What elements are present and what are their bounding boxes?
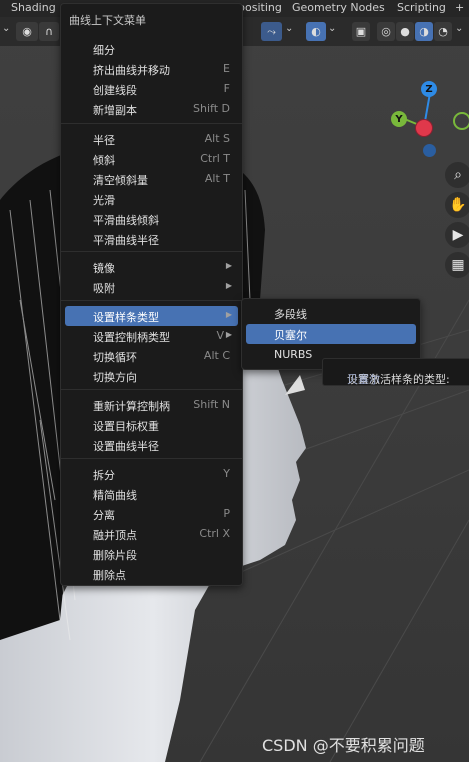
menu-item[interactable]: 平滑曲线半径 <box>65 229 238 249</box>
menu-item-label: 倾斜 <box>93 154 115 167</box>
gizmo-neg-z-axis[interactable] <box>423 144 436 157</box>
menu-item-shortcut: Ctrl T <box>200 152 230 165</box>
menu-item[interactable]: 设置曲线半径 <box>65 435 238 455</box>
gizmo-y-axis[interactable]: Y <box>391 111 407 127</box>
menu-item[interactable]: 创建线段 F <box>65 79 238 99</box>
menu-item-label: 细分 <box>93 44 115 57</box>
menu-item-label: 切换方向 <box>93 371 137 384</box>
menu-separator <box>61 123 242 124</box>
gizmo-neg-x-axis[interactable] <box>415 119 433 137</box>
menu-item[interactable]: 新增副本 Shift D <box>65 99 238 119</box>
menu-separator <box>61 389 242 390</box>
menu-item[interactable]: 光滑 <box>65 189 238 209</box>
pan-button[interactable]: ✋ <box>445 192 469 218</box>
menu-item-label: 删除点 <box>93 569 126 582</box>
menu-item-label: 重新计算控制柄 <box>93 400 170 413</box>
menu-item-label: 光滑 <box>93 194 115 207</box>
spline-type-label: 贝塞尔 <box>274 329 307 342</box>
menu-item[interactable]: 拆分 Y <box>65 464 238 484</box>
zoom-button[interactable]: ⌕ <box>445 162 469 188</box>
menu-item-label: 切换循环 <box>93 351 137 364</box>
camera-view-button[interactable]: ▶ <box>445 222 469 248</box>
menu-item[interactable]: 细分 <box>65 39 238 59</box>
menu-item[interactable]: 切换方向 <box>65 366 238 386</box>
submenu-arrow-icon: ▶ <box>225 330 232 339</box>
menu-item[interactable]: 删除点 <box>65 564 238 584</box>
curve-context-menu: 曲线上下文菜单 细分挤出曲线并移动 E 创建线段 F 新增副本 Shift D 半径 Alt … <box>60 3 243 586</box>
menu-item-label: 设置控制柄类型 <box>93 331 170 344</box>
menu-item[interactable]: 融并顶点 Ctrl X <box>65 524 238 544</box>
menu-item-label: 新增副本 <box>93 104 137 117</box>
menu-item-label: 平滑曲线半径 <box>93 234 159 247</box>
menu-item[interactable]: 倾斜 Ctrl T <box>65 149 238 169</box>
menu-item-label: 平滑曲线倾斜 <box>93 214 159 227</box>
menu-item-shortcut: Ctrl X <box>199 527 230 540</box>
menu-item-label: 镜像 <box>93 262 115 275</box>
menu-item-shortcut: Alt S <box>204 132 230 145</box>
menu-item[interactable]: 精简曲线 <box>65 484 238 504</box>
menu-item-label: 拆分 <box>93 469 115 482</box>
menu-item-shortcut: Alt T <box>204 172 230 185</box>
menu-item-shortcut: Y <box>223 467 230 480</box>
menu-item[interactable]: 平滑曲线倾斜 <box>65 209 238 229</box>
menu-item[interactable]: 重新计算控制柄 Shift N <box>65 395 238 415</box>
menu-item-shortcut: P <box>223 507 230 520</box>
submenu-arrow-icon: ▶ <box>225 261 232 270</box>
menu-separator <box>61 300 242 301</box>
menu-item[interactable]: 清空倾斜量 Alt T <box>65 169 238 189</box>
camera-icon: ▶ <box>452 227 464 243</box>
hand-icon: ✋ <box>449 197 467 213</box>
submenu-arrow-icon: ▶ <box>225 281 232 290</box>
menu-item-label: 半径 <box>93 134 115 147</box>
menu-item[interactable]: 挤出曲线并移动 E <box>65 59 238 79</box>
gizmo-neg-y-axis[interactable] <box>453 112 469 130</box>
tooltip-value: 贝塞尔 <box>347 373 380 386</box>
menu-item-label: 挤出曲线并移动 <box>93 64 170 77</box>
menu-item-label: 设置样条类型 <box>93 311 159 324</box>
spline-type-label: 多段线 <box>274 308 307 321</box>
menu-item[interactable]: 删除片段 <box>65 544 238 564</box>
menu-item[interactable]: 设置控制柄类型 V ▶ <box>65 326 238 346</box>
menu-separator <box>61 251 242 252</box>
spline-type-option[interactable]: 多段线 <box>246 303 416 323</box>
tooltip: 设置激活样条的类型: 贝塞尔 <box>322 358 469 386</box>
menu-item-label: 删除片段 <box>93 549 137 562</box>
menu-item[interactable]: 分离 P <box>65 504 238 524</box>
menu-item[interactable]: 吸附 ▶ <box>65 277 238 297</box>
menu-item-label: 设置目标权重 <box>93 420 159 433</box>
menu-item-shortcut: Shift N <box>193 398 230 411</box>
menu-separator <box>61 458 242 459</box>
gizmo-z-axis[interactable]: Z <box>421 81 437 97</box>
menu-item-label: 创建线段 <box>93 84 137 97</box>
menu-item-shortcut: F <box>223 82 230 95</box>
zoom-icon: ⌕ <box>454 167 462 183</box>
menu-item[interactable]: 设置目标权重 <box>65 415 238 435</box>
menu-item[interactable]: 切换循环 Alt C <box>65 346 238 366</box>
menu-item-shortcut: Alt C <box>203 349 230 362</box>
menu-item-label: 清空倾斜量 <box>93 174 148 187</box>
menu-item-label: 设置曲线半径 <box>93 440 159 453</box>
menu-title: 曲线上下文菜单 <box>69 14 146 27</box>
menu-item-shortcut: V <box>216 329 224 342</box>
submenu-arrow-icon: ▶ <box>225 310 232 319</box>
grid-icon: ▦ <box>451 257 465 273</box>
menu-item-label: 融并顶点 <box>93 529 137 542</box>
menu-item-shortcut: E <box>223 62 230 75</box>
menu-item[interactable]: 设置样条类型 ▶ <box>65 306 238 326</box>
menu-item-shortcut: Shift D <box>193 102 230 115</box>
menu-item[interactable]: 镜像 ▶ <box>65 257 238 277</box>
perspective-toggle-button[interactable]: ▦ <box>445 252 469 278</box>
menu-item-label: 分离 <box>93 509 115 522</box>
menu-item-label: 吸附 <box>93 282 115 295</box>
menu-item[interactable]: 半径 Alt S <box>65 129 238 149</box>
menu-item-label: 精简曲线 <box>93 489 137 502</box>
watermark: CSDN @不要积累问题 <box>262 736 425 755</box>
spline-type-option[interactable]: 贝塞尔 <box>246 324 416 344</box>
spline-type-label: NURBS <box>274 348 313 361</box>
